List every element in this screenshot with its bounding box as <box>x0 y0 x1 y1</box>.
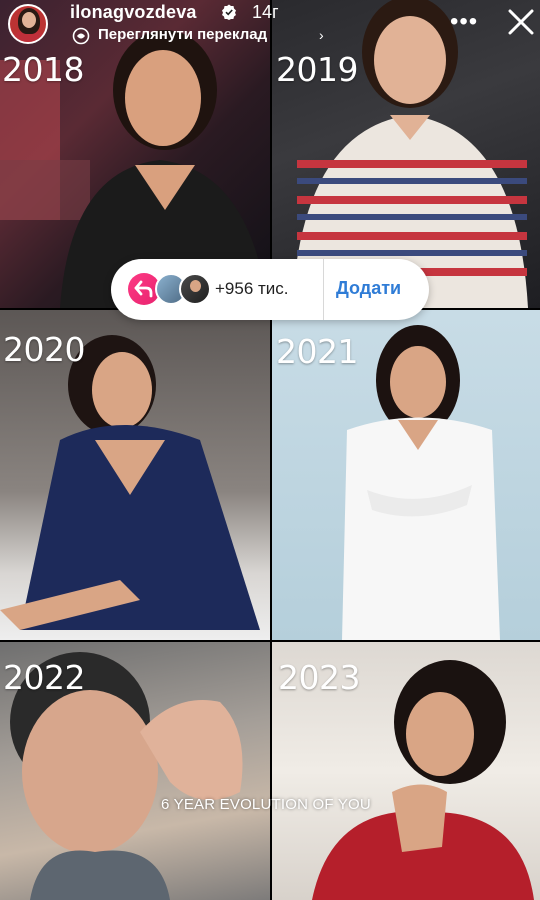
photo-2022: 2022 <box>0 642 270 900</box>
year-label: 2020 <box>3 330 85 369</box>
avatar[interactable] <box>8 4 48 44</box>
photo-2021: 2021 <box>272 310 540 640</box>
close-icon[interactable] <box>505 6 537 38</box>
story-caption: 6 YEAR EVOLUTION OF YOU <box>161 796 371 813</box>
post-time: 14г <box>252 2 279 22</box>
photo-2020: 2020 <box>0 310 270 640</box>
add-button[interactable]: Додати <box>336 278 401 299</box>
reshare-count: +956 тис. <box>215 279 289 298</box>
story-photo-grid: 2018 2019 2020 2021 2022 2023 <box>0 0 540 900</box>
year-label: 2023 <box>278 658 360 697</box>
translate-icon <box>72 27 90 45</box>
year-label: 2019 <box>276 50 358 89</box>
year-label: 2022 <box>3 658 85 697</box>
reaction-pill: +956 тис. Додати <box>111 259 429 320</box>
year-label: 2021 <box>276 332 358 371</box>
translate-link[interactable]: Переглянути переклад <box>98 26 267 43</box>
more-icon[interactable]: ••• <box>450 8 478 36</box>
pill-divider <box>323 259 324 320</box>
chevron-right-icon[interactable]: › <box>319 27 324 43</box>
username[interactable]: ilonagvozdeva <box>70 2 197 23</box>
verified-badge-icon <box>222 4 236 20</box>
year-label: 2018 <box>2 50 84 89</box>
photo-2023: 2023 <box>272 642 540 900</box>
story-header: ilonagvozdeva 14г Переглянути переклад ›… <box>0 0 540 52</box>
reshare-avatar <box>179 273 211 305</box>
